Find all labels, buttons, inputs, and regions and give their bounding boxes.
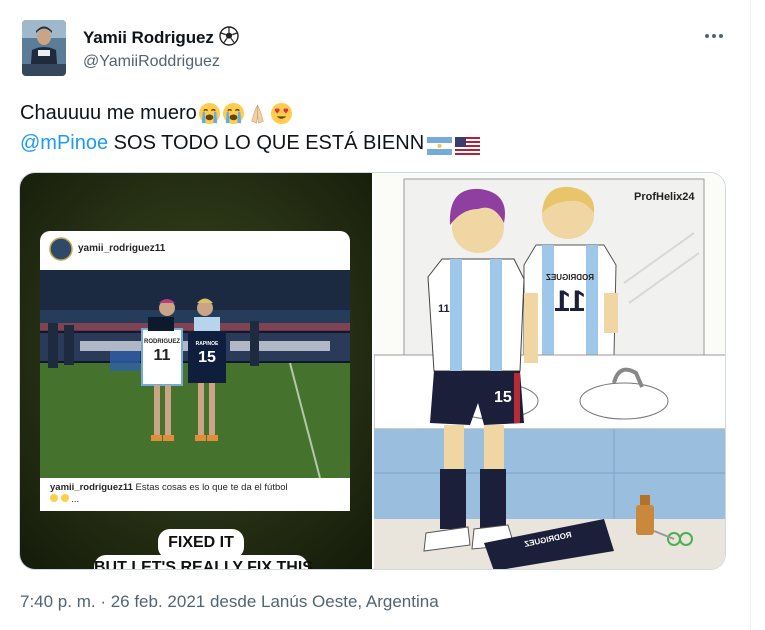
mirror-jersey-number: 11: [554, 285, 586, 318]
loudly-crying-face-icon: [198, 102, 221, 125]
shirt-number: 11: [438, 303, 450, 315]
sticker-line-1: FIXED IT: [168, 534, 234, 551]
tweet-line-2-text: SOS TODO LO QUE ESTÁ BIENN: [108, 132, 425, 154]
artist-tag: ProfHelix24: [634, 191, 695, 203]
media-image-left[interactable]: yamii_rodriguez11 RODRIGUEZ 11 RAPINOE 1…: [20, 173, 372, 570]
jersey-right-name: RAPINOE: [195, 341, 219, 347]
shorts-number: 15: [494, 389, 512, 406]
jersey-right-number: 15: [198, 349, 216, 366]
tweet-text: Chauuuu me muero @mPinoe SOS TODO LO QUE…: [20, 98, 481, 158]
heart-eyes-face-icon: [270, 102, 293, 125]
loudly-crying-face-icon: [222, 102, 245, 125]
avatar[interactable]: [22, 20, 66, 76]
jersey-left-number: 11: [153, 347, 171, 364]
soccer-ball-icon: [219, 26, 240, 46]
author-handle[interactable]: @YamiiRoddriguez: [83, 53, 220, 71]
usa-flag-icon: [455, 134, 481, 155]
sticker-line-2: BUT LET'S REALLY FIX THIS: [94, 559, 313, 570]
more-options-button[interactable]: [702, 26, 726, 46]
mention-link[interactable]: @mPinoe: [20, 128, 108, 158]
story-caption-user: yamii_rodriguez11: [50, 482, 133, 493]
media-grid[interactable]: yamii_rodriguez11 RODRIGUEZ 11 RAPINOE 1…: [19, 172, 726, 570]
tweet-card: Yamii Rodriguez @YamiiRoddriguez Chauuuu…: [0, 0, 765, 630]
jersey-left-name: RODRIGUEZ: [144, 339, 180, 345]
argentina-flag-icon: [427, 134, 453, 155]
mirror-jersey-name: RODRIGUEZ: [546, 273, 594, 282]
story-caption-text: Estas cosas es lo que te da el fútbol: [135, 482, 288, 493]
instagram-story-illustration: [20, 173, 372, 569]
story-caption: yamii_rodriguez11 Estas cosas es lo que …: [50, 482, 346, 506]
author-name[interactable]: Yamii Rodriguez: [83, 26, 240, 48]
story-caption-emoji-icon: [50, 494, 58, 502]
more-dots-icon: [705, 34, 723, 38]
media-image-right[interactable]: ProfHelix24 RODRIGUEZ 11 11 15 RODRIGUEZ: [373, 173, 725, 569]
timeline-border: [750, 0, 751, 630]
tweet-line-1: Chauuuu me muero: [20, 98, 480, 128]
tweet-line-1-text: Chauuuu me muero: [20, 102, 197, 124]
author-name-text[interactable]: Yamii Rodriguez: [83, 28, 214, 47]
story-caption-more: ...: [71, 494, 80, 505]
mirror-illustration: [373, 173, 725, 569]
tweet-line-2: @mPinoe SOS TODO LO QUE ESTÁ BIENN: [20, 128, 481, 158]
tweet-timestamp[interactable]: 7:40 p. m. · 26 feb. 2021 desde Lanús Oe…: [20, 592, 439, 612]
folded-hands-icon: [246, 102, 269, 125]
story-post-username: yamii_rodriguez11: [78, 243, 166, 254]
story-caption-emoji-icon: [60, 494, 69, 502]
